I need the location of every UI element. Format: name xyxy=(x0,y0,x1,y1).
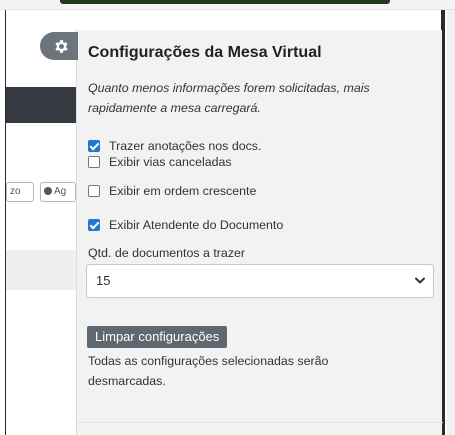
option-label: Exibir em ordem crescente xyxy=(109,184,257,198)
checkbox-unchecked[interactable] xyxy=(88,185,100,197)
page-top-accent xyxy=(60,0,390,4)
background-button-partial[interactable]: zo xyxy=(6,182,34,202)
option-exibir-vias-canceladas[interactable]: Exibir vias canceladas xyxy=(88,153,232,171)
settings-toggle-button[interactable] xyxy=(40,32,78,60)
qtd-label: Qtd. de documentos a trazer xyxy=(88,246,246,260)
chevron-down-icon xyxy=(415,277,425,284)
clear-settings-button[interactable]: Limpar configurações xyxy=(87,326,228,348)
page-frame-left xyxy=(5,10,6,435)
settings-panel: Configurações da Mesa Virtual Quanto men… xyxy=(76,30,443,435)
option-exibir-ordem-crescente[interactable]: Exibir em ordem crescente xyxy=(88,182,256,200)
qtd-select[interactable]: 15 xyxy=(86,264,434,298)
background-button-ag[interactable]: Ag xyxy=(40,182,76,202)
panel-title: Configurações da Mesa Virtual xyxy=(88,44,322,61)
panel-hint: Quanto menos informações forem solicitad… xyxy=(88,81,370,115)
page-top-strip xyxy=(0,0,455,10)
page-scrollbar[interactable] xyxy=(447,10,455,435)
qtd-select-value: 15 xyxy=(96,273,111,288)
background-content-block xyxy=(6,250,76,290)
clock-icon xyxy=(44,187,52,195)
checkbox-checked[interactable] xyxy=(88,140,100,152)
option-label: Exibir Atendente do Documento xyxy=(109,218,284,232)
checkbox-unchecked[interactable] xyxy=(88,156,100,168)
clear-settings-note: Todas as configurações selecionadas serã… xyxy=(88,354,329,388)
panel-divider xyxy=(77,422,443,423)
option-exibir-atendente[interactable]: Exibir Atendente do Documento xyxy=(88,216,283,234)
gear-icon xyxy=(54,39,68,53)
option-label: Trazer anotações nos docs. xyxy=(109,139,262,153)
option-label: Exibir vias canceladas xyxy=(109,155,232,169)
checkbox-checked[interactable] xyxy=(88,219,100,231)
